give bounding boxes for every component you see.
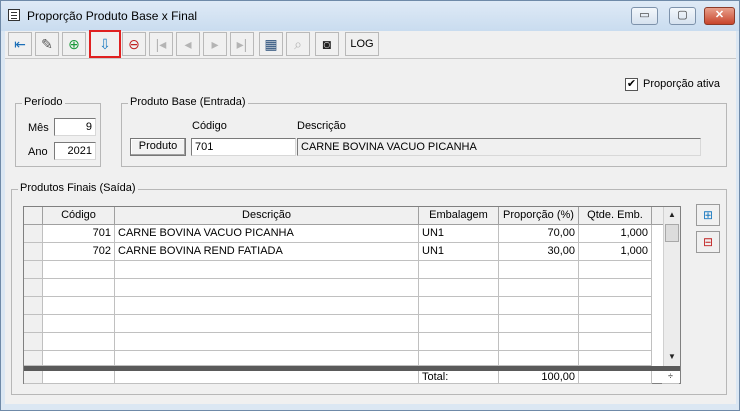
first-record-icon: |◂ — [155, 36, 167, 52]
cell-proporcao[interactable]: 30,00 — [499, 243, 579, 261]
window-icon — [8, 9, 20, 21]
cell-embalagem[interactable]: UN1 — [419, 243, 499, 261]
cell-qtde-emb[interactable]: 1,000 — [579, 243, 652, 261]
table-row[interactable]: 701 CARNE BOVINA VACUO PICANHA UN1 70,00… — [24, 225, 664, 243]
column-header-codigo[interactable]: Código — [43, 207, 115, 225]
footer-spin-icon[interactable]: ÷ — [662, 371, 679, 384]
grid-list-icon: ▦ — [264, 36, 278, 52]
previous-record-button[interactable]: ◂ — [176, 32, 200, 56]
scroll-thumb[interactable] — [665, 224, 679, 242]
cell-descricao[interactable]: CARNE BOVINA REND FATIADA — [115, 243, 419, 261]
table-row[interactable]: 702 CARNE BOVINA REND FATIADA UN1 30,00 … — [24, 243, 664, 261]
save-record-icon: ⇩ — [99, 36, 111, 52]
descricao-label: Descrição — [297, 120, 346, 132]
delete-button[interactable]: ⊖ — [122, 32, 146, 56]
grid-footer-row: Total: 100,00 ÷ — [24, 371, 680, 384]
toolbar: ⇤ ✎ ⊕ ⇩ ⊖ |◂ ◂ ▸ ▸| ▦ ⌕ ◙ LOG — [5, 30, 736, 59]
add-button[interactable]: ⊕ — [62, 32, 86, 56]
window-title: Proporção Produto Base x Final — [27, 9, 198, 23]
exit-button[interactable]: ⇤ — [8, 32, 32, 56]
add-row-icon: ⊞ — [702, 208, 714, 222]
next-record-button[interactable]: ▸ — [203, 32, 227, 56]
exit-door-icon: ⇤ — [14, 36, 26, 52]
scroll-up-icon[interactable]: ▲ — [664, 207, 680, 223]
title-bar: Proporção Produto Base x Final ▭ ▢ ✕ — [1, 1, 739, 31]
cell-proporcao[interactable]: 70,00 — [499, 225, 579, 243]
mes-field[interactable]: 9 — [54, 118, 96, 136]
produtos-finais-grid: Código Descrição Embalagem Proporção (%)… — [23, 206, 681, 384]
column-header-embalagem[interactable]: Embalagem — [419, 207, 499, 225]
column-header-proporcao[interactable]: Proporção (%) — [499, 207, 579, 225]
last-record-icon: ▸| — [236, 36, 248, 52]
cell-codigo[interactable]: 701 — [43, 225, 115, 243]
minimize-button[interactable]: ▭ — [631, 7, 658, 25]
footer-indicator — [24, 371, 43, 384]
row-indicator[interactable] — [24, 225, 43, 243]
descricao-field: CARNE BOVINA VACUO PICANHA — [297, 138, 701, 156]
list-button[interactable]: ▦ — [259, 32, 283, 56]
grid-header-row: Código Descrição Embalagem Proporção (%)… — [24, 207, 664, 225]
cell-codigo[interactable]: 702 — [43, 243, 115, 261]
empty-row[interactable] — [24, 333, 664, 351]
total-value: 100,00 — [499, 371, 579, 384]
empty-row[interactable] — [24, 261, 664, 279]
maximize-button[interactable]: ▢ — [669, 7, 696, 25]
first-record-button[interactable]: |◂ — [149, 32, 173, 56]
cell-embalagem[interactable]: UN1 — [419, 225, 499, 243]
proporcao-ativa-label: Proporção ativa — [643, 78, 721, 90]
empty-row[interactable] — [24, 315, 664, 333]
proporcao-ativa-checkbox[interactable]: ✔ — [625, 78, 638, 91]
row-indicator[interactable] — [24, 243, 43, 261]
eraser-icon: ✎ — [41, 36, 53, 52]
empty-row[interactable] — [24, 351, 664, 366]
mes-label: Mês — [28, 122, 49, 134]
column-header-qtde-emb[interactable]: Qtde. Emb. — [579, 207, 652, 225]
codigo-field[interactable]: 701 — [191, 138, 296, 156]
scroll-down-icon[interactable]: ▼ — [664, 349, 680, 365]
last-record-button[interactable]: ▸| — [230, 32, 254, 56]
delete-record-icon: ⊖ — [128, 36, 140, 52]
empty-row[interactable] — [24, 279, 664, 297]
previous-record-icon: ◂ — [184, 36, 192, 52]
cell-descricao[interactable]: CARNE BOVINA VACUO PICANHA — [115, 225, 419, 243]
row-indicator-header — [24, 207, 43, 225]
camera-button[interactable]: ◙ — [315, 32, 339, 56]
produto-button[interactable]: Produto — [130, 138, 186, 156]
ano-label: Ano — [28, 146, 48, 158]
add-row-button[interactable]: ⊞ — [696, 204, 720, 226]
next-record-icon: ▸ — [211, 36, 219, 52]
produto-base-group: Produto Base (Entrada) Código Descrição … — [121, 96, 727, 167]
camera-icon: ◙ — [322, 36, 332, 52]
close-button[interactable]: ✕ — [704, 7, 735, 25]
periodo-legend: Período — [22, 96, 65, 108]
remove-row-icon: ⊟ — [702, 235, 714, 249]
total-label: Total: — [419, 371, 499, 384]
main-window: Proporção Produto Base x Final ▭ ▢ ✕ ⇤ ✎… — [0, 0, 740, 411]
grid-vertical-scrollbar[interactable]: ▲ ▼ — [663, 207, 680, 366]
search-button[interactable]: ⌕ — [286, 32, 310, 56]
periodo-group: Período Mês 9 Ano 2021 — [15, 96, 101, 167]
ano-field[interactable]: 2021 — [54, 142, 96, 160]
codigo-label: Código — [192, 120, 227, 132]
produto-base-legend: Produto Base (Entrada) — [128, 96, 248, 108]
column-header-descricao[interactable]: Descrição — [115, 207, 419, 225]
produtos-finais-legend: Produtos Finais (Saída) — [18, 182, 138, 194]
save-button[interactable]: ⇩ — [89, 30, 121, 58]
empty-row[interactable] — [24, 297, 664, 315]
binoculars-icon: ⌕ — [294, 36, 302, 52]
log-button[interactable]: LOG — [345, 32, 379, 56]
cell-qtde-emb[interactable]: 1,000 — [579, 225, 652, 243]
add-record-icon: ⊕ — [68, 36, 80, 52]
remove-row-button[interactable]: ⊟ — [696, 231, 720, 253]
edit-button[interactable]: ✎ — [35, 32, 59, 56]
